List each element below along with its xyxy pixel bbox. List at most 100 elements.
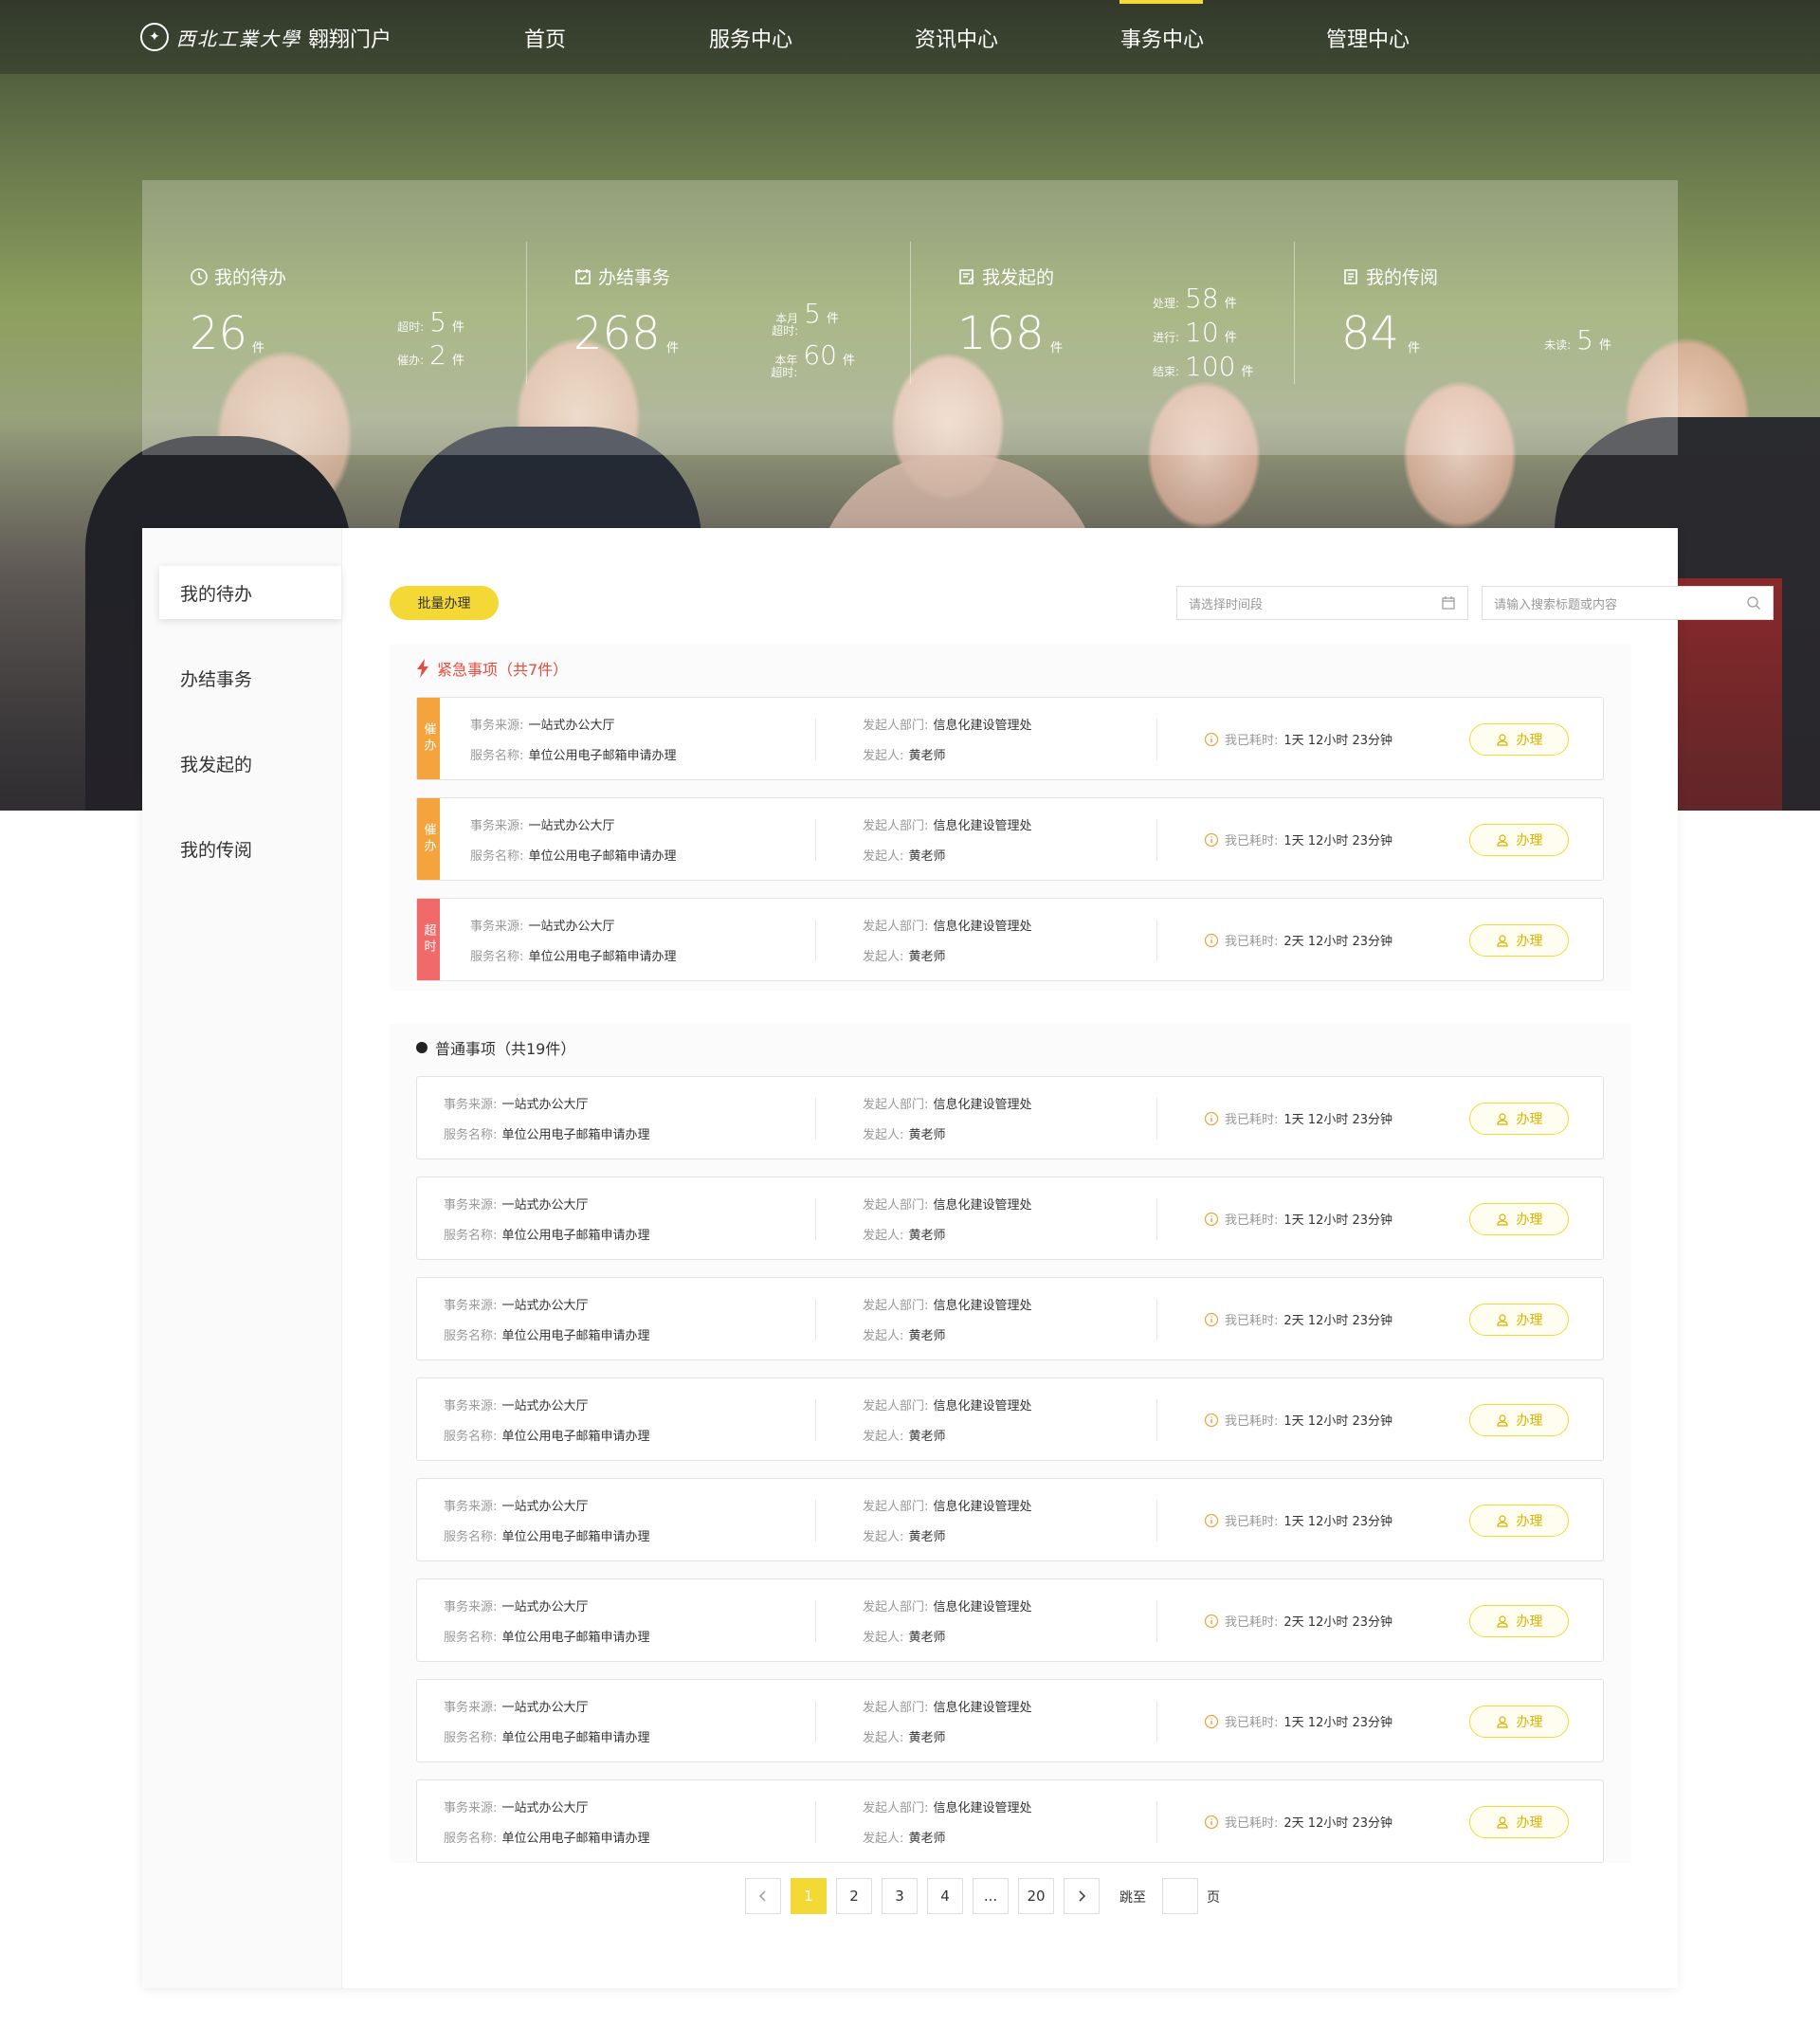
page-button[interactable]: 20 [1018, 1878, 1054, 1914]
next-page-button[interactable] [1064, 1878, 1100, 1914]
date-range-input[interactable]: 请选择时间段 [1176, 586, 1468, 620]
nav-home[interactable]: 首页 [524, 23, 566, 53]
prev-page-button[interactable] [745, 1878, 781, 1914]
process-button[interactable]: 办理 [1469, 1304, 1569, 1336]
process-button-label: 办理 [1516, 1213, 1543, 1228]
sidebar-item-initiated[interactable]: 我发起的 [142, 737, 341, 790]
initiator-label: 发起人: [863, 849, 904, 864]
service-value: 单位公用电子邮箱申请办理 [501, 1631, 650, 1645]
dept-label: 发起人部门: [863, 1600, 929, 1615]
nav-management-center[interactable]: 管理中心 [1326, 23, 1410, 53]
page-button[interactable]: 2 [836, 1878, 872, 1914]
dept-label: 发起人部门: [863, 1701, 929, 1715]
process-button[interactable]: 办理 [1469, 1103, 1569, 1135]
initiator-label: 发起人: [863, 1229, 904, 1243]
nav-service-center[interactable]: 服务中心 [709, 23, 792, 53]
task-row[interactable]: 事务来源: 一站式办公大厅 服务名称: 单位公用电子邮箱申请办理 发起人部门: … [416, 1578, 1604, 1662]
initiator-value: 黄老师 [908, 1430, 946, 1444]
process-button[interactable]: 办理 [1469, 1806, 1569, 1838]
elapsed-label: 我已耗时: [1225, 734, 1279, 748]
page-button[interactable]: 1 [791, 1878, 827, 1914]
task-tag: 超时 [417, 899, 440, 980]
portal-name[interactable]: 翱翔门户 [308, 23, 391, 53]
task-row[interactable]: 事务来源: 一站式办公大厅 服务名称: 单位公用电子邮箱申请办理 发起人部门: … [416, 1076, 1604, 1159]
process-button[interactable]: 办理 [1469, 1203, 1569, 1235]
process-button[interactable]: 办理 [1469, 1605, 1569, 1637]
service-label: 服务名称: [444, 1631, 498, 1645]
source-value: 一站式办公大厅 [528, 819, 615, 833]
service-label: 服务名称: [470, 950, 524, 964]
content-area: 批量办理 请选择时间段 请输入搜索标题或内容 紧急事项（共7件） 催办 事务来源… [341, 528, 1774, 1988]
initiator-value: 黄老师 [908, 1631, 946, 1645]
initiator-value: 黄老师 [908, 950, 946, 964]
stat-sub: 结束: 100 件 [1153, 351, 1254, 382]
stat-completed[interactable]: 办结事务 268 件 本月超时: 5 件 本年超时: 60 件 [526, 180, 910, 455]
clock-icon [191, 267, 208, 285]
initiator-value: 黄老师 [908, 1832, 946, 1846]
service-label: 服务名称: [444, 1229, 498, 1243]
nav-affairs-center[interactable]: 事务中心 [1120, 23, 1204, 53]
stat-unit: 件 [666, 341, 680, 356]
source-label: 事务来源: [444, 1701, 498, 1715]
elapsed-label: 我已耗时: [1225, 1314, 1279, 1328]
task-row[interactable]: 超时 事务来源: 一站式办公大厅 服务名称: 单位公用电子邮箱申请办理 发起人部… [416, 898, 1604, 981]
elapsed-label: 我已耗时: [1225, 1414, 1279, 1429]
stat-circulated[interactable]: 我的传阅 84 件 未读: 5 件 [1294, 180, 1678, 455]
task-row[interactable]: 事务来源: 一站式办公大厅 服务名称: 单位公用电子邮箱申请办理 发起人部门: … [416, 1277, 1604, 1360]
task-row[interactable]: 事务来源: 一站式办公大厅 服务名称: 单位公用电子邮箱申请办理 发起人部门: … [416, 1779, 1604, 1863]
source-label: 事务来源: [444, 1399, 498, 1414]
search-icon [1747, 596, 1760, 610]
info-icon [1204, 1312, 1219, 1326]
dept-value: 信息化建设管理处 [933, 719, 1032, 733]
sidebar-item-my-todo[interactable]: 我的待办 [159, 566, 341, 619]
elapsed-value: 2天 12小时 23分钟 [1283, 1314, 1393, 1328]
process-button[interactable]: 办理 [1469, 824, 1569, 856]
service-value: 单位公用电子邮箱申请办理 [501, 1530, 650, 1544]
process-button[interactable]: 办理 [1469, 924, 1569, 957]
task-row[interactable]: 事务来源: 一站式办公大厅 服务名称: 单位公用电子邮箱申请办理 发起人部门: … [416, 1377, 1604, 1461]
task-row[interactable]: 事务来源: 一站式办公大厅 服务名称: 单位公用电子邮箱申请办理 发起人部门: … [416, 1679, 1604, 1762]
dept-value: 信息化建设管理处 [933, 1701, 1032, 1715]
page-ellipsis[interactable]: ... [973, 1878, 1009, 1914]
stat-initiated[interactable]: 我发起的 168 件 处理: 58 件 进行: 10 件 结束: 100 件 [910, 180, 1294, 455]
source-value: 一站式办公大厅 [528, 920, 615, 934]
sidebar-item-circulated[interactable]: 我的传阅 [142, 822, 341, 875]
stat-title: 我发起的 [982, 267, 1055, 288]
stats-panel: 我的待办 26 件 超时: 5 件 催办: 2 件 办结事务 268 件 本月超时: 5 件… [142, 180, 1678, 455]
batch-process-button[interactable]: 批量办理 [390, 586, 499, 620]
stat-value: 84 [1341, 307, 1400, 360]
jump-page-input[interactable] [1162, 1878, 1198, 1914]
stat-sub: 超时: 5 件 [397, 306, 464, 338]
user-stamp-icon [1496, 935, 1508, 947]
dept-label: 发起人部门: [863, 1399, 929, 1414]
service-value: 单位公用电子邮箱申请办理 [501, 1329, 650, 1343]
dept-value: 信息化建设管理处 [933, 1600, 1032, 1615]
initiator-value: 黄老师 [908, 1229, 946, 1243]
normal-group-title: 普通事项（共19件） [435, 1040, 576, 1058]
process-button[interactable]: 办理 [1469, 1706, 1569, 1738]
task-row[interactable]: 催办 事务来源: 一站式办公大厅 服务名称: 单位公用电子邮箱申请办理 发起人部… [416, 797, 1604, 881]
university-logo[interactable]: ✦ 西北工業大學 [140, 21, 301, 53]
elapsed-label: 我已耗时: [1225, 834, 1279, 848]
source-label: 事务来源: [444, 1500, 498, 1514]
dept-value: 信息化建设管理处 [933, 1299, 1032, 1313]
nav-news-center[interactable]: 资讯中心 [915, 23, 998, 53]
page-button[interactable]: 3 [882, 1878, 918, 1914]
process-button[interactable]: 办理 [1469, 1404, 1569, 1436]
process-button[interactable]: 办理 [1469, 723, 1569, 756]
task-row[interactable]: 催办 事务来源: 一站式办公大厅 服务名称: 单位公用电子邮箱申请办理 发起人部… [416, 697, 1604, 780]
sidebar-item-completed[interactable]: 办结事务 [142, 651, 341, 704]
search-input[interactable]: 请输入搜索标题或内容 [1482, 586, 1774, 620]
stat-my-todo[interactable]: 我的待办 26 件 超时: 5 件 催办: 2 件 [142, 180, 526, 455]
university-seal-icon: ✦ [140, 23, 169, 51]
task-row[interactable]: 事务来源: 一站式办公大厅 服务名称: 单位公用电子邮箱申请办理 发起人部门: … [416, 1177, 1604, 1260]
page-button[interactable]: 4 [927, 1878, 963, 1914]
calendar-check-icon [575, 268, 591, 284]
user-stamp-icon [1496, 1414, 1508, 1427]
info-icon [1204, 933, 1219, 947]
process-button[interactable]: 办理 [1469, 1505, 1569, 1537]
info-icon [1204, 1111, 1219, 1125]
task-row[interactable]: 事务来源: 一站式办公大厅 服务名称: 单位公用电子邮箱申请办理 发起人部门: … [416, 1478, 1604, 1561]
stat-unit: 件 [252, 341, 265, 356]
elapsed-label: 我已耗时: [1225, 1615, 1279, 1630]
